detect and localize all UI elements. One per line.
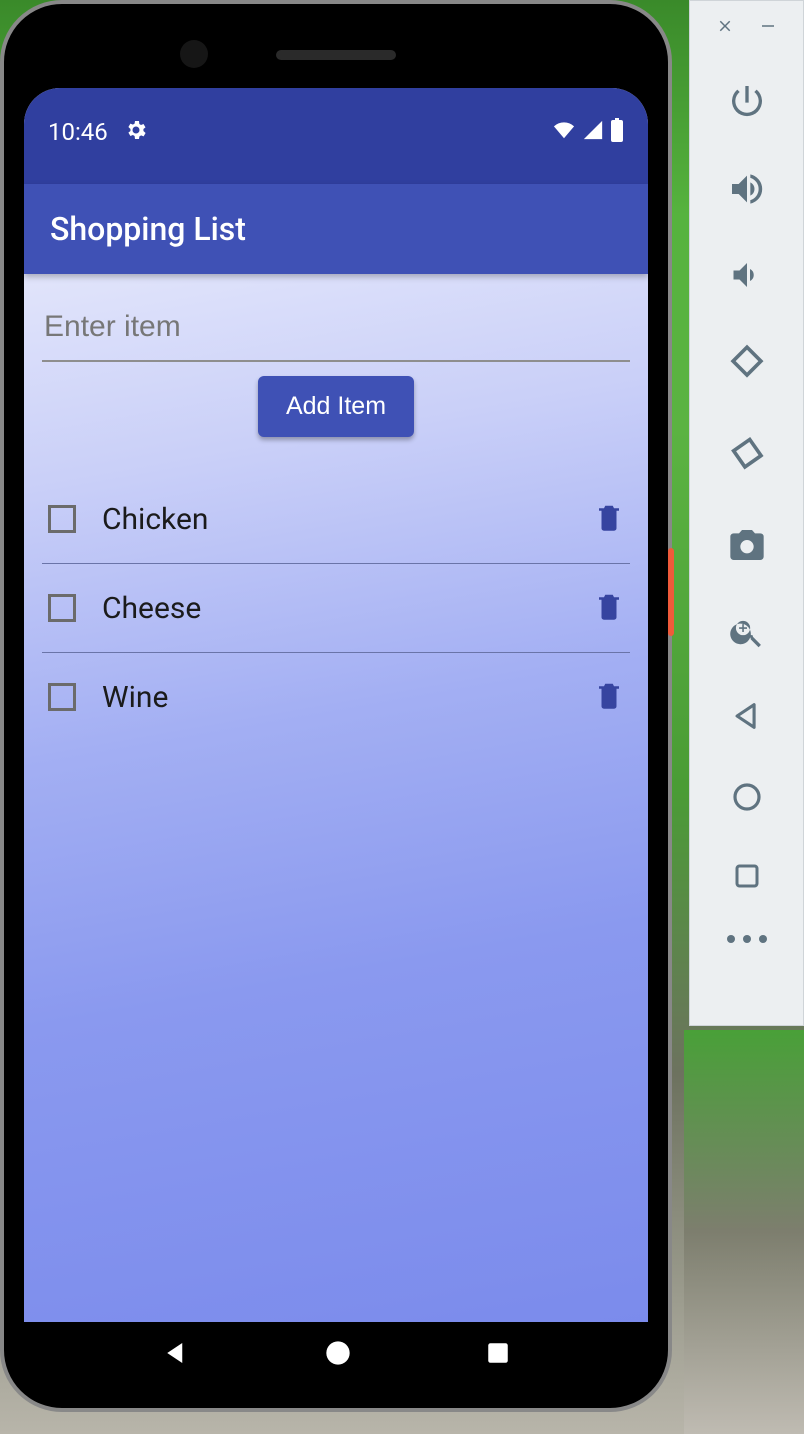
overview-icon[interactable] <box>690 837 803 915</box>
input-area: Add Item <box>24 274 648 437</box>
nav-overview-icon[interactable] <box>485 1340 511 1370</box>
app-bar: Shopping List <box>24 184 648 274</box>
zoom-icon[interactable] <box>690 589 803 675</box>
checkbox[interactable] <box>48 683 76 711</box>
item-input[interactable] <box>42 294 630 362</box>
nav-home-icon[interactable] <box>324 1339 352 1371</box>
volume-up-icon[interactable] <box>690 145 803 233</box>
battery-icon <box>610 118 624 146</box>
back-icon[interactable] <box>690 675 803 757</box>
item-label: Chicken <box>102 502 568 537</box>
minimize-icon[interactable] <box>759 17 777 39</box>
settings-gear-icon <box>124 118 148 146</box>
home-icon[interactable] <box>690 757 803 837</box>
signal-icon <box>582 119 604 145</box>
rotate-left-icon[interactable] <box>690 317 803 409</box>
power-button-edge <box>668 548 674 636</box>
list-item: Chicken <box>42 475 630 564</box>
add-item-button[interactable]: Add Item <box>258 376 414 437</box>
status-bar: 10:46 <box>24 88 648 184</box>
android-nav-bar <box>24 1322 648 1388</box>
checkbox[interactable] <box>48 594 76 622</box>
close-icon[interactable] <box>716 17 734 39</box>
delete-icon[interactable] <box>594 499 624 539</box>
rotate-right-icon[interactable] <box>690 409 803 501</box>
power-icon[interactable] <box>690 57 803 145</box>
earpiece <box>276 50 396 60</box>
delete-icon[interactable] <box>594 677 624 717</box>
more-icon[interactable] <box>727 915 767 963</box>
volume-down-icon[interactable] <box>690 233 803 317</box>
checkbox[interactable] <box>48 505 76 533</box>
app-title: Shopping List <box>50 210 246 248</box>
phone-frame: 10:46 Shopping List Add Item <box>0 0 672 1412</box>
wifi-icon <box>552 119 576 145</box>
item-label: Wine <box>102 680 568 715</box>
list-item: Cheese <box>42 564 630 653</box>
phone-screen: 10:46 Shopping List Add Item <box>24 88 648 1324</box>
delete-icon[interactable] <box>594 588 624 628</box>
front-camera <box>180 40 208 68</box>
item-label: Cheese <box>102 591 568 626</box>
nav-back-icon[interactable] <box>161 1338 191 1372</box>
item-list: Chicken Cheese Wine <box>24 437 648 741</box>
emulator-toolbar <box>689 0 804 1026</box>
list-item: Wine <box>42 653 630 741</box>
camera-icon[interactable] <box>690 501 803 589</box>
status-time: 10:46 <box>48 118 108 146</box>
desktop-background <box>684 1030 804 1434</box>
